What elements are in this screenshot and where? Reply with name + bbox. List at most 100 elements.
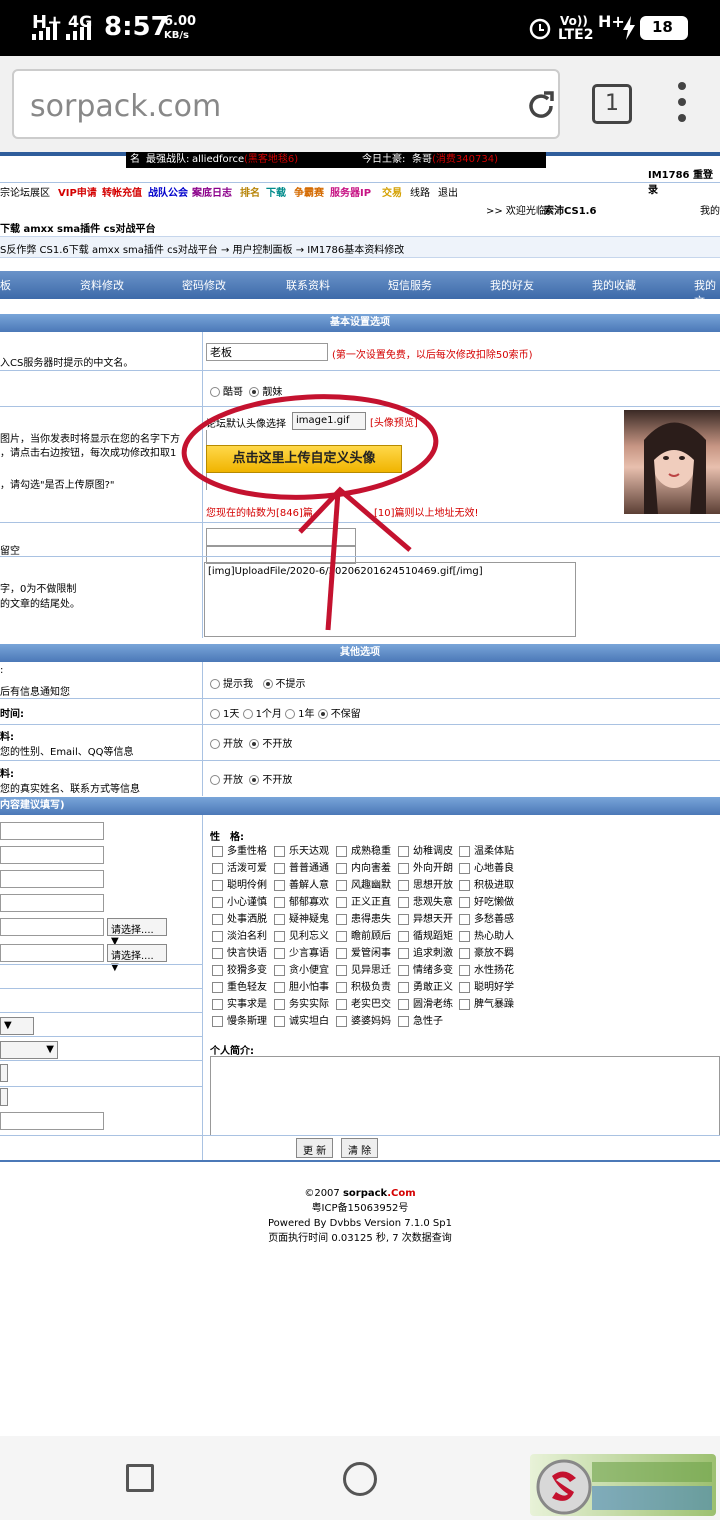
menu-tab-profile[interactable]: 资料修改 xyxy=(80,277,124,293)
trait-checkbox[interactable] xyxy=(212,964,223,976)
trait-checkbox-item[interactable]: 正义正直 xyxy=(336,893,391,908)
trait-checkbox-item[interactable]: 追求刺激 xyxy=(398,944,453,959)
trait-checkbox[interactable] xyxy=(274,981,285,993)
real-closed-radio[interactable] xyxy=(249,775,260,785)
nav-link-1[interactable]: 论坛展区 xyxy=(10,184,50,199)
trait-checkbox[interactable] xyxy=(212,879,223,891)
choose-select-1[interactable]: 请选择.... ▼ xyxy=(107,918,167,947)
trait-checkbox[interactable] xyxy=(336,998,347,1010)
trait-checkbox-item[interactable]: 急性子 xyxy=(398,1012,443,1027)
trait-checkbox[interactable] xyxy=(336,879,347,891)
trait-checkbox[interactable] xyxy=(459,947,470,959)
trait-checkbox-item[interactable]: 处事洒脱 xyxy=(212,910,267,925)
nav-link-6[interactable]: 排名 xyxy=(240,184,260,199)
trait-checkbox[interactable] xyxy=(336,947,347,959)
trait-checkbox-item[interactable]: 积极负责 xyxy=(336,978,391,993)
personal-field-3[interactable] xyxy=(0,870,104,888)
trait-checkbox[interactable] xyxy=(398,845,409,857)
trait-checkbox[interactable] xyxy=(212,896,223,908)
trait-checkbox-item[interactable]: 好吃懒做 xyxy=(459,893,514,908)
trait-checkbox-item[interactable]: 循规蹈矩 xyxy=(398,927,453,942)
menu-tab-contact[interactable]: 联系资料 xyxy=(286,277,330,293)
trait-checkbox-item[interactable]: 实事求是 xyxy=(212,995,267,1010)
personal-field-6[interactable] xyxy=(0,944,104,962)
nav-link-9[interactable]: 服务器IP xyxy=(330,184,371,199)
trait-checkbox-item[interactable]: 慢条斯理 xyxy=(212,1012,267,1027)
trait-checkbox-item[interactable]: 患得患失 xyxy=(336,910,391,925)
trait-checkbox-item[interactable]: 聪明伶俐 xyxy=(212,876,267,891)
trait-checkbox[interactable] xyxy=(274,930,285,942)
trait-checkbox-item[interactable]: 小心谨慎 xyxy=(212,893,267,908)
trait-checkbox-item[interactable]: 温柔体贴 xyxy=(459,842,514,857)
trait-checkbox-item[interactable]: 热心助人 xyxy=(459,927,514,942)
info-open-radio[interactable] xyxy=(210,739,220,749)
copyright-tld[interactable]: .Com xyxy=(387,1188,415,1199)
nav-link-10[interactable]: 交易 xyxy=(382,184,402,199)
trait-checkbox-item[interactable]: 外向开朗 xyxy=(398,859,453,874)
trait-checkbox-item[interactable]: 异想天开 xyxy=(398,910,453,925)
trait-checkbox[interactable] xyxy=(274,862,285,874)
real-open-radio[interactable] xyxy=(210,775,220,785)
trait-checkbox[interactable] xyxy=(398,998,409,1010)
trait-checkbox-item[interactable]: 淡泊名利 xyxy=(212,927,267,942)
trait-checkbox-item[interactable]: 瞻前顾后 xyxy=(336,927,391,942)
trait-checkbox-item[interactable]: 郁郁寡欢 xyxy=(274,893,329,908)
nav-link-2[interactable]: VIP申请 xyxy=(58,184,97,199)
trait-checkbox-item[interactable]: 多重性格 xyxy=(212,842,267,857)
trait-checkbox[interactable] xyxy=(398,1015,409,1027)
trait-checkbox-item[interactable]: 豪放不羁 xyxy=(459,944,514,959)
trait-checkbox-item[interactable]: 见异思迁 xyxy=(336,961,391,976)
choose-select-2[interactable]: 请选择.... ▼ xyxy=(107,944,167,973)
trait-checkbox-item[interactable]: 心地善良 xyxy=(459,859,514,874)
trait-checkbox-item[interactable]: 积极进取 xyxy=(459,876,514,891)
trait-checkbox[interactable] xyxy=(274,896,285,908)
trait-checkbox-item[interactable]: 婆婆妈妈 xyxy=(336,1012,391,1027)
menu-tab-friends[interactable]: 我的好友 xyxy=(490,277,534,293)
personal-select-5[interactable] xyxy=(0,1064,8,1082)
tab-switcher-button[interactable]: 1 xyxy=(592,84,632,124)
ticker-clan[interactable]: alliedforce xyxy=(192,152,244,168)
breadcrumb[interactable]: S反作弊 CS1.6下载 amxx sma插件 cs对战平台 → 用户控制面板 … xyxy=(0,241,404,256)
personal-select-3[interactable]: ▼ xyxy=(0,1017,34,1035)
trait-checkbox-item[interactable]: 善解人意 xyxy=(274,876,329,891)
trait-checkbox[interactable] xyxy=(398,964,409,976)
nav-link-4[interactable]: 战队公会 xyxy=(148,184,188,199)
personal-field-1[interactable] xyxy=(0,822,104,840)
trait-checkbox-item[interactable]: 胆小怕事 xyxy=(274,978,329,993)
footer-icp[interactable]: 粤ICP备15063952号 xyxy=(0,1201,720,1216)
trait-checkbox[interactable] xyxy=(336,930,347,942)
nav-link-3[interactable]: 转帐充值 xyxy=(102,184,142,199)
copyright-site[interactable]: sorpack xyxy=(343,1188,387,1199)
home-button-icon[interactable] xyxy=(343,1462,377,1496)
trait-checkbox[interactable] xyxy=(212,998,223,1010)
trait-checkbox[interactable] xyxy=(212,930,223,942)
personal-field-7[interactable] xyxy=(0,1112,104,1130)
trait-checkbox[interactable] xyxy=(336,845,347,857)
notify-on-radio[interactable] xyxy=(210,679,220,689)
trait-checkbox[interactable] xyxy=(398,879,409,891)
personal-field-4[interactable] xyxy=(0,894,104,912)
trait-checkbox-item[interactable]: 幼稚调皮 xyxy=(398,842,453,857)
trait-checkbox[interactable] xyxy=(336,981,347,993)
trait-checkbox[interactable] xyxy=(274,964,285,976)
trait-checkbox-item[interactable]: 狡猾多变 xyxy=(212,961,267,976)
recents-button-icon[interactable] xyxy=(126,1464,154,1492)
clear-button[interactable]: 清 除 xyxy=(341,1138,379,1158)
trait-checkbox[interactable] xyxy=(398,913,409,925)
trait-checkbox-item[interactable]: 乐天达观 xyxy=(274,842,329,857)
menu-tab-password[interactable]: 密码修改 xyxy=(182,277,226,293)
trait-checkbox-item[interactable]: 疑神疑鬼 xyxy=(274,910,329,925)
trait-checkbox[interactable] xyxy=(336,862,347,874)
trait-checkbox[interactable] xyxy=(336,1015,347,1027)
trait-checkbox[interactable] xyxy=(398,981,409,993)
time-1d-radio[interactable] xyxy=(210,709,220,719)
trait-checkbox-item[interactable]: 勇敢正义 xyxy=(398,978,453,993)
intro-textarea[interactable] xyxy=(210,1056,720,1136)
nav-link-8[interactable]: 争霸赛 xyxy=(294,184,324,199)
time-never-radio[interactable] xyxy=(317,709,328,719)
trait-checkbox-item[interactable]: 内向害羞 xyxy=(336,859,391,874)
trait-checkbox[interactable] xyxy=(398,930,409,942)
trait-checkbox-item[interactable]: 聪明好学 xyxy=(459,978,514,993)
trait-checkbox[interactable] xyxy=(212,981,223,993)
trait-checkbox[interactable] xyxy=(459,879,470,891)
